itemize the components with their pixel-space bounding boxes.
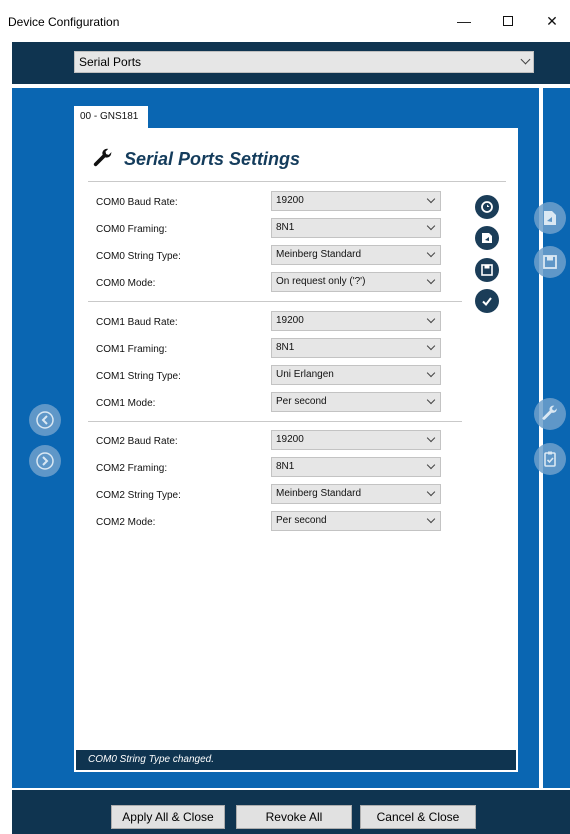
com1-framing-label: COM1 Framing:	[96, 344, 168, 355]
com2-framing-label: COM2 Framing:	[96, 463, 168, 474]
apply-all-close-button[interactable]: Apply All & Close	[111, 805, 225, 829]
com1-framing-value: 8N1	[276, 342, 295, 353]
chevron-down-icon	[426, 314, 436, 324]
com1-string-type-label: COM1 String Type:	[96, 371, 181, 382]
chevron-down-icon	[426, 341, 436, 351]
save-icon	[481, 264, 493, 276]
com1-baud-value: 19200	[276, 315, 304, 326]
reset-icon	[481, 201, 493, 213]
group-divider	[88, 301, 462, 302]
com2-baud-label: COM2 Baud Rate:	[96, 436, 178, 447]
com1-mode-value: Per second	[276, 396, 327, 407]
side-settings-button[interactable]	[534, 398, 566, 430]
tab-device-label: 00 - GNS181	[80, 111, 139, 122]
chevron-down-icon	[426, 487, 436, 497]
com2-mode-label: COM2 Mode:	[96, 517, 156, 528]
com2-baud-value: 19200	[276, 434, 304, 445]
heading-divider	[88, 181, 506, 182]
close-icon: ✕	[546, 12, 558, 29]
com2-framing-value: 8N1	[276, 461, 295, 472]
com0-framing-value: 8N1	[276, 222, 295, 233]
load-file-icon	[482, 233, 492, 243]
load-file-button[interactable]	[475, 226, 499, 250]
chevron-down-icon	[426, 275, 436, 285]
maximize-icon	[503, 16, 513, 26]
close-button[interactable]: ✕	[532, 8, 570, 34]
left-edge	[0, 88, 12, 788]
next-button[interactable]	[29, 445, 61, 477]
com0-mode-label: COM0 Mode:	[96, 278, 156, 289]
reset-button[interactable]	[475, 195, 499, 219]
chevron-down-icon	[426, 248, 436, 258]
tab-device[interactable]: 00 - GNS181	[74, 106, 148, 128]
com2-baud-select[interactable]: 19200	[271, 430, 441, 450]
chevron-down-icon	[426, 368, 436, 378]
status-bar: COM0 String Type changed.	[76, 750, 516, 770]
right-divider	[539, 88, 543, 788]
com1-mode-label: COM1 Mode:	[96, 398, 156, 409]
com0-mode-select[interactable]: On request only ('?')	[271, 272, 441, 292]
com1-mode-select[interactable]: Per second	[271, 392, 441, 412]
chevron-down-icon	[426, 395, 436, 405]
status-message: COM0 String Type changed.	[88, 754, 214, 765]
group-divider	[88, 421, 462, 422]
com0-string-type-value: Meinberg Standard	[276, 249, 362, 260]
next-icon	[36, 452, 54, 470]
prev-button[interactable]	[29, 404, 61, 436]
revoke-all-label: Revoke All	[265, 810, 323, 824]
panel-heading: Serial Ports Settings	[92, 148, 300, 170]
cancel-close-label: Cancel & Close	[376, 810, 460, 824]
check-icon	[482, 297, 492, 307]
chevron-down-icon	[426, 221, 436, 231]
com0-baud-value: 19200	[276, 195, 304, 206]
side-verify-button[interactable]	[534, 443, 566, 475]
side-save-button[interactable]	[534, 246, 566, 278]
com2-string-type-value: Meinberg Standard	[276, 488, 362, 499]
save-icon	[543, 255, 557, 269]
side-load-file-button[interactable]	[534, 202, 566, 234]
chevron-down-icon	[426, 460, 436, 470]
section-select[interactable]: Serial Ports	[74, 51, 534, 73]
com2-string-type-label: COM2 String Type:	[96, 490, 181, 501]
com0-string-type-label: COM0 String Type:	[96, 251, 181, 262]
apply-all-close-label: Apply All & Close	[122, 810, 214, 824]
page-title: Serial Ports Settings	[124, 148, 301, 169]
com1-framing-select[interactable]: 8N1	[271, 338, 441, 358]
load-file-icon	[544, 211, 556, 225]
chevron-down-icon	[426, 514, 436, 524]
revoke-all-button[interactable]: Revoke All	[236, 805, 352, 829]
com0-string-type-select[interactable]: Meinberg Standard	[271, 245, 441, 265]
com2-mode-select[interactable]: Per second	[271, 511, 441, 531]
com2-mode-value: Per second	[276, 515, 327, 526]
chevron-down-icon	[426, 433, 436, 443]
chevron-down-icon	[520, 54, 531, 65]
com1-string-type-select[interactable]: Uni Erlangen	[271, 365, 441, 385]
window-title: Device Configuration	[8, 15, 120, 29]
save-button[interactable]	[475, 258, 499, 282]
section-bar: Serial Ports	[12, 42, 570, 86]
com2-framing-select[interactable]: 8N1	[271, 457, 441, 477]
com1-string-type-value: Uni Erlangen	[276, 369, 334, 380]
com0-framing-label: COM0 Framing:	[96, 224, 168, 235]
com0-baud-label: COM0 Baud Rate:	[96, 197, 178, 208]
com2-string-type-select[interactable]: Meinberg Standard	[271, 484, 441, 504]
cancel-close-button[interactable]: Cancel & Close	[360, 805, 476, 829]
section-select-value: Serial Ports	[79, 55, 142, 69]
apply-check-button[interactable]	[475, 289, 499, 313]
com0-baud-select[interactable]: 19200	[271, 191, 441, 211]
wrench-icon	[542, 405, 557, 420]
com1-baud-label: COM1 Baud Rate:	[96, 317, 178, 328]
minimize-icon: —	[457, 13, 471, 29]
com0-framing-select[interactable]: 8N1	[271, 218, 441, 238]
title-bar: Device Configuration — ✕	[0, 0, 570, 42]
chevron-down-icon	[426, 194, 436, 204]
minimize-button[interactable]: —	[444, 8, 484, 34]
prev-icon	[36, 411, 54, 429]
clipboard-check-icon	[544, 451, 556, 467]
settings-panel: Serial Ports Settings COM0 Baud Rate: 19…	[74, 128, 518, 772]
com1-baud-select[interactable]: 19200	[271, 311, 441, 331]
maximize-button[interactable]	[488, 8, 528, 34]
com0-mode-value: On request only ('?')	[276, 276, 366, 287]
wrench-icon	[93, 148, 112, 167]
